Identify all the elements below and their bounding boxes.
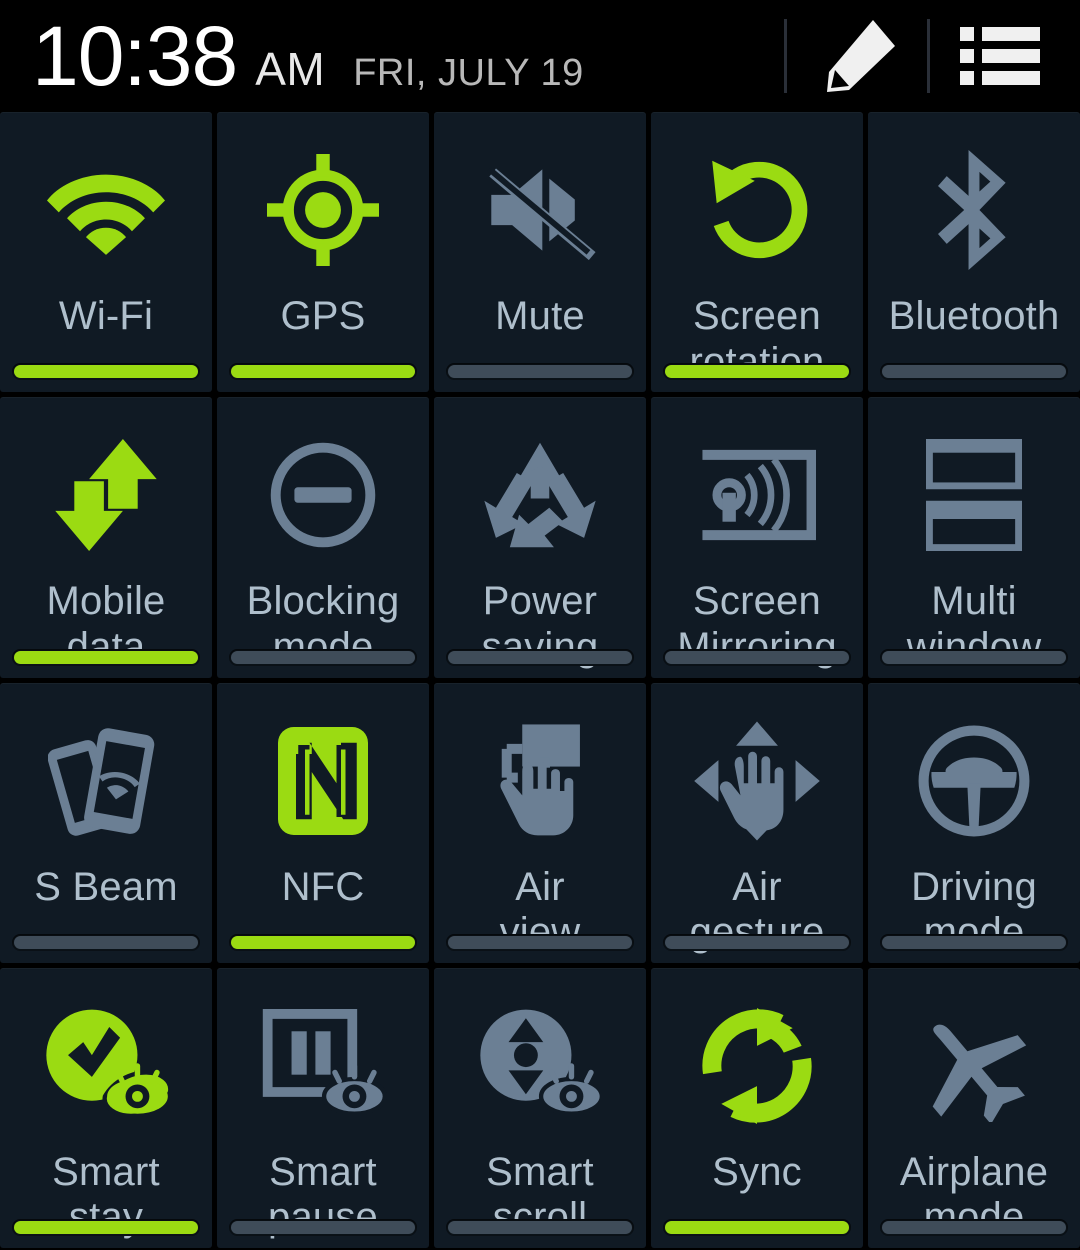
tile-status-indicator [12, 363, 200, 381]
tile-power-saving[interactable]: Power saving [434, 397, 646, 678]
tile-air-view[interactable]: Air view [434, 682, 646, 963]
tile-status-bar [448, 650, 632, 664]
tile-smart-pause[interactable]: Smart pause [217, 967, 429, 1248]
mobile-data-icon [0, 415, 212, 575]
clock-ampm: AM [255, 43, 326, 95]
tile-screen-rotation[interactable]: Screen rotation [651, 112, 863, 393]
tile-status-bar [665, 650, 849, 664]
tile-status-indicator [446, 933, 634, 951]
tile-status-bar [14, 365, 198, 379]
tile-status-bar [231, 1221, 415, 1234]
tile-status-indicator [880, 648, 1068, 666]
tile-status-bar [231, 650, 415, 664]
tile-multi-window[interactable]: Multi window [868, 397, 1080, 678]
tile-status-bar [665, 1221, 849, 1234]
smart-pause-icon [217, 986, 429, 1146]
tile-status-indicator [229, 1219, 417, 1236]
tile-sync[interactable]: Sync [651, 967, 863, 1248]
tile-status-bar [231, 935, 415, 949]
tile-blocking-mode[interactable]: Blocking mode [217, 397, 429, 678]
tile-nfc[interactable]: NFC [217, 682, 429, 963]
wifi-icon [0, 130, 212, 290]
tile-mobile-data[interactable]: Mobile data [0, 397, 212, 678]
tile-status-bar [448, 1221, 632, 1234]
tile-status-indicator [663, 933, 851, 951]
clock-date: FRI, JULY 19 [353, 52, 584, 94]
gps-icon [217, 130, 429, 290]
power-saving-icon [434, 415, 646, 575]
s-beam-icon [0, 701, 212, 861]
tile-status-bar [14, 1221, 198, 1234]
airplane-mode-icon [868, 986, 1080, 1146]
mute-icon [434, 130, 646, 290]
tile-status-indicator [880, 933, 1068, 951]
tile-status-indicator [663, 1219, 851, 1236]
clock: 10:38 AM FRI, JULY 19 [0, 14, 584, 98]
tile-s-beam[interactable]: S Beam [0, 682, 212, 963]
tile-status-bar [882, 365, 1066, 379]
edit-button[interactable] [787, 0, 927, 112]
notifications-list-button[interactable] [930, 0, 1080, 112]
status-bar: 10:38 AM FRI, JULY 19 [0, 0, 1080, 112]
tile-driving-mode[interactable]: Driving mode [868, 682, 1080, 963]
tile-status-indicator [12, 648, 200, 666]
quick-settings-grid: Wi-Fi GPS Mute Screen rotation Bluetooth Mobi… [0, 112, 1080, 1250]
tile-status-indicator [663, 648, 851, 666]
tile-status-indicator [880, 1219, 1068, 1236]
tile-status-bar [882, 1221, 1066, 1234]
smart-scroll-icon [434, 986, 646, 1146]
tile-smart-scroll[interactable]: Smart scroll [434, 967, 646, 1248]
tile-status-bar [665, 935, 849, 949]
screen-rotation-icon [651, 130, 863, 290]
tile-status-indicator [229, 648, 417, 666]
screen-mirroring-icon [651, 415, 863, 575]
tile-status-indicator [446, 363, 634, 381]
tile-status-bar [665, 365, 849, 379]
tile-status-indicator [880, 363, 1068, 381]
tile-status-indicator [229, 933, 417, 951]
tile-status-bar [14, 650, 198, 664]
status-bar-actions [784, 0, 1080, 112]
sync-icon [651, 986, 863, 1146]
tile-status-bar [14, 935, 198, 949]
tile-status-indicator [446, 1219, 634, 1236]
tile-status-bar [882, 935, 1066, 949]
tile-bluetooth[interactable]: Bluetooth [868, 112, 1080, 393]
tile-gps[interactable]: GPS [217, 112, 429, 393]
smart-stay-icon [0, 986, 212, 1146]
air-view-icon [434, 701, 646, 861]
blocking-mode-icon [217, 415, 429, 575]
clock-time: 10:38 [32, 9, 238, 103]
tile-smart-stay[interactable]: Smart stay [0, 967, 212, 1248]
tile-status-indicator [446, 648, 634, 666]
tile-wi-fi[interactable]: Wi-Fi [0, 112, 212, 393]
air-gesture-icon [651, 701, 863, 861]
tile-screen-mirroring[interactable]: Screen Mirroring [651, 397, 863, 678]
tile-status-bar [448, 365, 632, 379]
tile-status-indicator [229, 363, 417, 381]
tile-status-indicator [663, 363, 851, 381]
tile-status-indicator [12, 1219, 200, 1236]
tile-airplane-mode[interactable]: Airplane mode [868, 967, 1080, 1248]
tile-status-indicator [12, 933, 200, 951]
driving-mode-icon [868, 701, 1080, 861]
multi-window-icon [868, 415, 1080, 575]
bluetooth-icon [868, 130, 1080, 290]
tile-status-bar [882, 650, 1066, 664]
tile-status-bar [231, 365, 415, 379]
pencil-icon [827, 20, 895, 92]
tile-mute[interactable]: Mute [434, 112, 646, 393]
tile-air-gesture[interactable]: Air gesture [651, 682, 863, 963]
list-icon [960, 27, 1040, 85]
tile-status-bar [448, 935, 632, 949]
nfc-icon [217, 701, 429, 861]
